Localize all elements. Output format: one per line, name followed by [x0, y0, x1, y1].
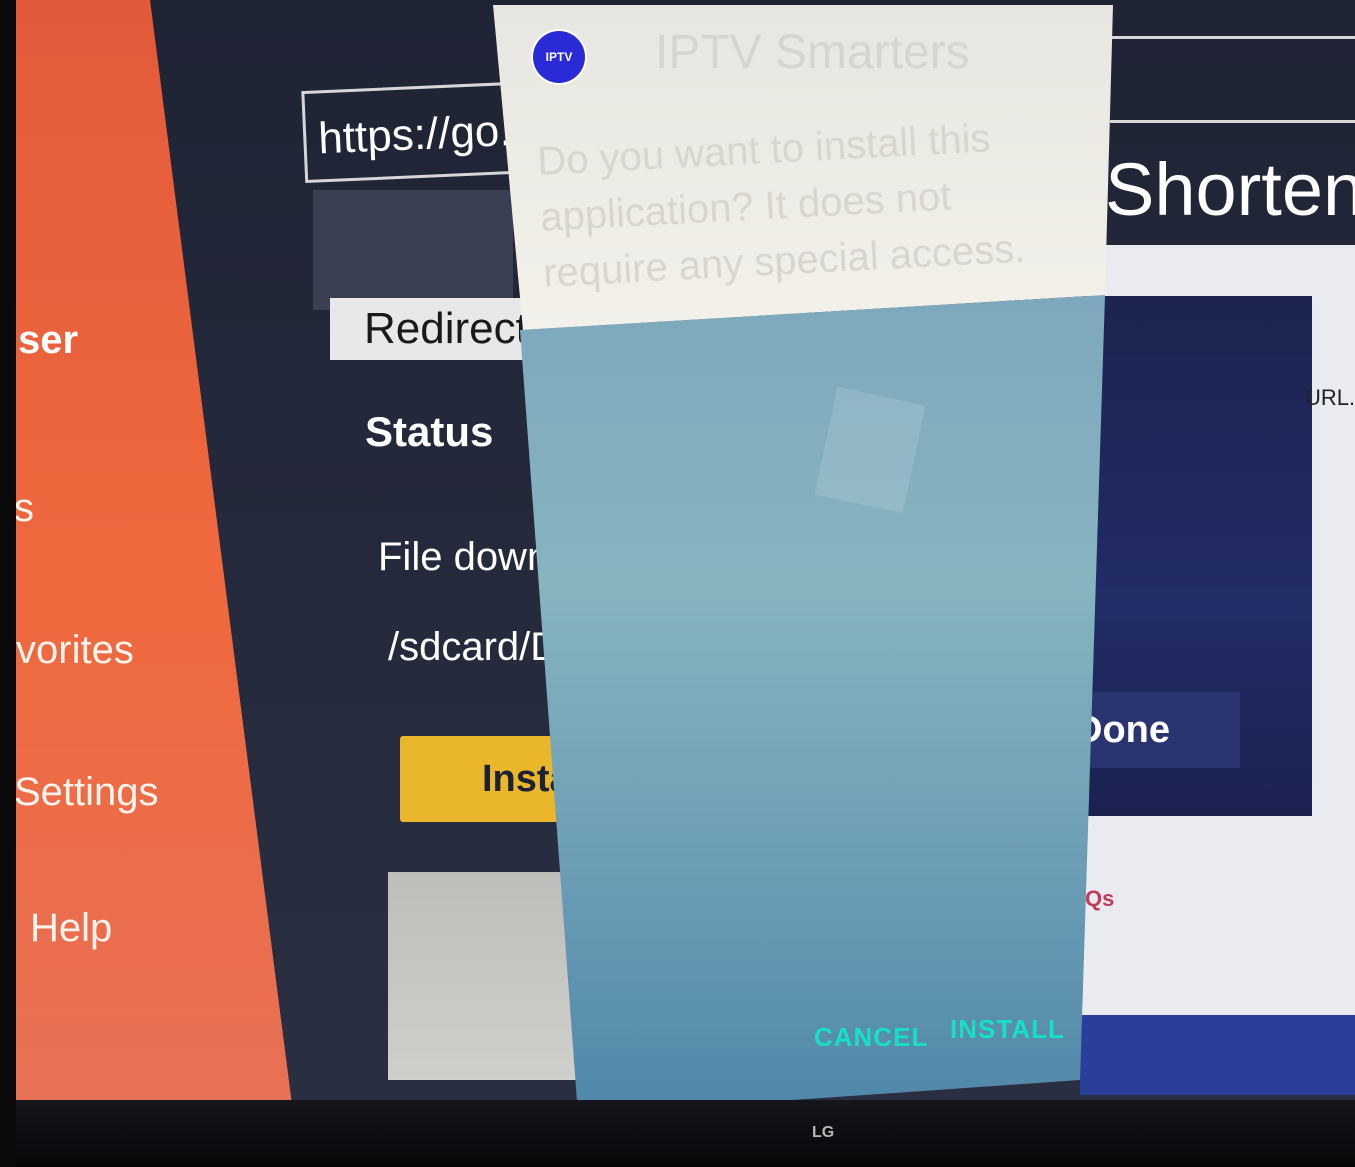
iptv-app-icon: IPTV	[533, 31, 585, 83]
sidebar-item-favorites[interactable]: vorites	[16, 628, 134, 673]
sidebar-item-settings[interactable]: Settings	[14, 770, 159, 815]
tv-screen: ser s vorites Settings Help https://go. …	[0, 0, 1355, 1167]
cancel-button[interactable]: CANCEL	[814, 1022, 928, 1053]
file-path-text: /sdcard/D	[388, 625, 548, 669]
tv-left-edge	[0, 0, 16, 1167]
sidebar-item-downloads[interactable]: s	[14, 486, 34, 531]
ad-card	[388, 872, 588, 1080]
dialog-prompt: Do you want to install this application?…	[536, 116, 1027, 296]
install-dialog-body	[520, 295, 1105, 1115]
file-download-text: File downl	[378, 535, 538, 579]
dialog-app-name: IPTV Smarters	[655, 26, 970, 79]
status-heading: Status	[365, 408, 494, 455]
install-button[interactable]: INSTALL	[950, 1014, 1065, 1045]
gray-band	[313, 190, 513, 310]
bottom-blue-bar	[1080, 1015, 1355, 1095]
url-note-text: URL.	[1305, 385, 1355, 410]
redirect-label: Redirect	[330, 298, 530, 360]
faq-link[interactable]: Qs	[1085, 886, 1114, 912]
lg-logo: LG	[812, 1124, 835, 1141]
url-field-border	[1110, 120, 1355, 123]
done-button[interactable]: Done	[1085, 692, 1240, 768]
install-button-background[interactable]: Insta	[400, 736, 560, 822]
url-field-border	[1110, 36, 1355, 39]
sidebar-item-browser[interactable]: ser	[18, 318, 78, 363]
tv-bezel	[0, 1100, 1355, 1167]
sidebar-item-help[interactable]: Help	[30, 906, 112, 951]
shorten-label: Shorten	[1105, 148, 1355, 231]
